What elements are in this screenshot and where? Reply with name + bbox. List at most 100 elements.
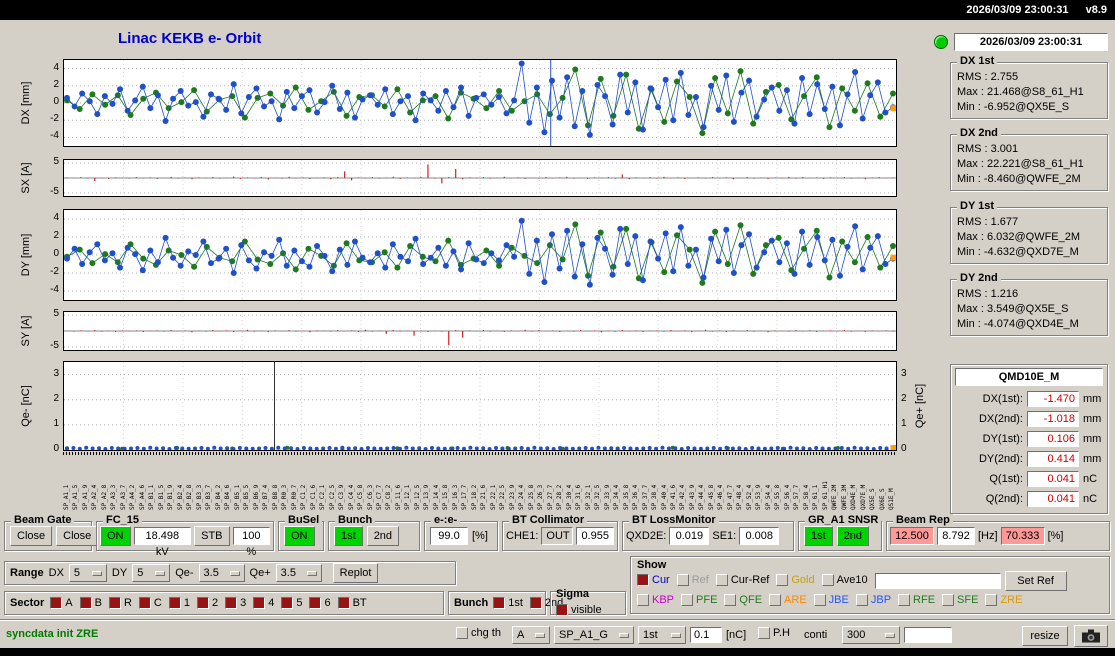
checkbox-sfe[interactable]: SFE: [942, 594, 978, 606]
x-axis-label: SP_43_9: [689, 456, 697, 510]
ph-checkbox[interactable]: P.H: [758, 627, 790, 639]
checkbox-indicator[interactable]: [50, 597, 62, 609]
checkbox-jbp[interactable]: JBP: [856, 594, 891, 606]
checkbox-indicator[interactable]: [281, 597, 293, 609]
resize-button[interactable]: resize: [1022, 626, 1068, 646]
checkbox-indicator[interactable]: [253, 597, 265, 609]
checkbox-a[interactable]: A: [50, 597, 72, 609]
qmd-row-unit: mm: [1083, 413, 1103, 425]
range-dx-dropdown[interactable]: 5: [69, 564, 107, 582]
checkbox-indicator[interactable]: [556, 604, 568, 616]
checkbox-3[interactable]: 3: [225, 597, 246, 609]
plot-sx-canvas: [64, 160, 896, 196]
checkbox-cur[interactable]: Cur: [637, 574, 670, 586]
aux-input[interactable]: [904, 627, 952, 643]
chg-th-checkbox[interactable]: chg th: [456, 627, 501, 639]
busel-on-button[interactable]: ON: [284, 526, 315, 546]
checkbox-indicator[interactable]: [716, 574, 728, 586]
checkbox-are[interactable]: ARE: [769, 594, 807, 606]
range-qep-dropdown[interactable]: 3.5: [276, 564, 322, 582]
fc15-stb-button[interactable]: STB: [194, 526, 229, 546]
camera-button[interactable]: [1074, 625, 1108, 647]
gr-snsr-1st-button[interactable]: 1st: [804, 526, 833, 546]
checkbox-indicator[interactable]: [109, 597, 121, 609]
ref-name-input[interactable]: [875, 573, 1001, 589]
checkbox-indicator[interactable]: [856, 594, 868, 606]
threshold-input[interactable]: [690, 627, 722, 643]
checkbox-qfe[interactable]: QFE: [724, 594, 762, 606]
che1-value-display: 0.955: [576, 527, 614, 545]
checkbox-indicator[interactable]: [530, 597, 542, 609]
sector-select-value: A: [517, 629, 524, 641]
checkbox-1[interactable]: 1: [169, 597, 190, 609]
range-qem-dropdown[interactable]: 3.5: [199, 564, 245, 582]
gr-snsr-2nd-button[interactable]: 2nd: [837, 526, 869, 546]
checkbox-indicator[interactable]: [822, 574, 834, 586]
checkbox-6[interactable]: 6: [309, 597, 330, 609]
checkbox-indicator[interactable]: [493, 597, 505, 609]
checkbox-4[interactable]: 4: [253, 597, 274, 609]
checkbox-1st[interactable]: 1st: [493, 597, 523, 609]
checkbox-indicator[interactable]: [197, 597, 209, 609]
checkbox-visible[interactable]: visible: [556, 604, 602, 616]
checkbox-indicator[interactable]: [985, 594, 997, 606]
checkbox-pfe[interactable]: PFE: [681, 594, 717, 606]
sector-select-dropdown[interactable]: A: [512, 626, 550, 644]
checkbox-indicator[interactable]: [139, 597, 151, 609]
checkbox-2[interactable]: 2: [197, 597, 218, 609]
checkbox-indicator[interactable]: [309, 597, 321, 609]
checkbox-indicator[interactable]: [677, 574, 689, 586]
checkbox-indicator[interactable]: [769, 594, 781, 606]
status-message: syncdata init ZRE: [6, 628, 98, 640]
checkbox-5[interactable]: 5: [281, 597, 302, 609]
checkbox-cur-ref[interactable]: Cur-Ref: [716, 574, 770, 586]
checkbox-indicator[interactable]: [898, 594, 910, 606]
checkbox-indicator[interactable]: [637, 594, 649, 606]
option-menu-bar-icon: [307, 571, 317, 576]
checkbox-label: RFE: [913, 594, 935, 606]
checkbox-ave10[interactable]: Ave10: [822, 574, 868, 586]
group-label-bt-collimator: BT Collimator: [509, 514, 587, 526]
checkbox-indicator[interactable]: [724, 594, 736, 606]
checkbox-indicator[interactable]: [776, 574, 788, 586]
bunch-1st-button[interactable]: 1st: [334, 526, 363, 546]
conti-label: conti: [804, 629, 827, 641]
checkbox-b[interactable]: B: [80, 597, 102, 609]
replot-button[interactable]: Replot: [333, 563, 379, 583]
checkbox-indicator[interactable]: [80, 597, 92, 609]
checkbox-indicator[interactable]: [758, 627, 770, 639]
checkbox-kbp[interactable]: KBP: [637, 594, 674, 606]
checkbox-rfe[interactable]: RFE: [898, 594, 935, 606]
checkbox-c[interactable]: C: [139, 597, 162, 609]
checkbox-indicator[interactable]: [225, 597, 237, 609]
x-axis-label: SP_38_4: [651, 456, 659, 510]
x-axis-label: SP_21_6: [480, 456, 488, 510]
x-axis-label: SP_13_9: [423, 456, 431, 510]
checkbox-indicator[interactable]: [942, 594, 954, 606]
checkbox-indicator[interactable]: [169, 597, 181, 609]
range-dy-dropdown[interactable]: 5: [132, 564, 170, 582]
checkbox-indicator[interactable]: [814, 594, 826, 606]
beam-gate-close-2-button[interactable]: Close: [56, 526, 98, 546]
monitor-select-dropdown[interactable]: SP_A1_G: [554, 626, 634, 644]
x-axis-label: SP_46_4: [717, 456, 725, 510]
checkbox-indicator[interactable]: [637, 574, 649, 586]
bunch-2nd-button[interactable]: 2nd: [367, 526, 399, 546]
bunch-select-dropdown[interactable]: 1st: [638, 626, 686, 644]
fc15-on-button[interactable]: ON: [100, 526, 131, 546]
set-ref-button[interactable]: Set Ref: [1005, 571, 1067, 591]
checkbox-indicator[interactable]: [338, 597, 350, 609]
checkbox-ref[interactable]: Ref: [677, 574, 709, 586]
checkbox-bt[interactable]: BT: [338, 597, 367, 609]
checkbox-jbe[interactable]: JBE: [814, 594, 849, 606]
checkbox-gold[interactable]: Gold: [776, 574, 814, 586]
checkbox-zre[interactable]: ZRE: [985, 594, 1022, 606]
checkbox-indicator[interactable]: [456, 627, 468, 639]
checkbox-indicator[interactable]: [681, 594, 693, 606]
top-bar: 2026/03/09 23:00:31 v8.9: [0, 0, 1115, 20]
beam-gate-close-1-button[interactable]: Close: [10, 526, 52, 546]
range-dy-value: 5: [137, 567, 143, 579]
checkbox-r[interactable]: R: [109, 597, 132, 609]
sy-plot: [63, 311, 897, 351]
interval-dropdown[interactable]: 300: [842, 626, 900, 644]
